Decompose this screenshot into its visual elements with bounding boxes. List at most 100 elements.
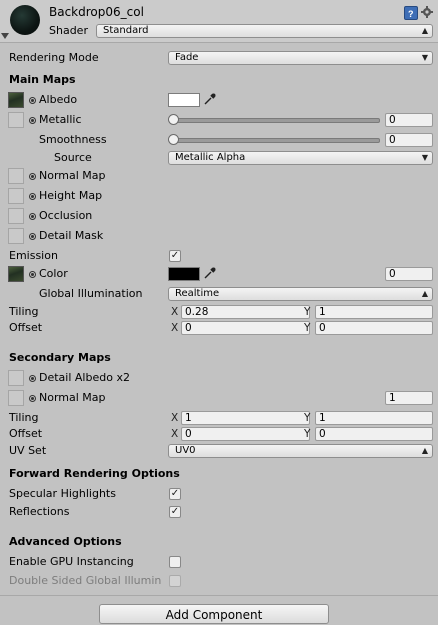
main-tiling-y-field[interactable]: 1: [315, 305, 433, 319]
albedo-color-swatch[interactable]: [168, 93, 200, 107]
detail-albedo-label: Detail Albedo x2: [39, 371, 130, 384]
metallic-slider-handle[interactable]: [168, 114, 179, 125]
metallic-value-field[interactable]: 0: [385, 113, 433, 127]
x-axis-label: X: [171, 428, 179, 440]
object-picker-icon[interactable]: [29, 395, 36, 402]
global-illumination-value: Realtime: [175, 288, 220, 299]
forward-rendering-title: Forward Rendering Options: [9, 467, 180, 480]
double-sided-gi-label: Double Sided Global Illumin: [9, 574, 162, 587]
object-picker-icon[interactable]: [29, 213, 36, 220]
dropdown-arrow-icon: ▲︎: [421, 446, 428, 455]
metallic-slider-track[interactable]: [172, 118, 380, 123]
y-axis-label: Y: [304, 428, 311, 440]
material-header: Backdrop06_col Shader Standard ▲︎ ?: [0, 0, 438, 43]
y-axis-label: Y: [304, 412, 311, 424]
shader-dropdown[interactable]: Standard ▲︎: [96, 24, 433, 38]
gpu-instancing-checkbox[interactable]: [169, 556, 181, 568]
gear-icon[interactable]: [421, 6, 433, 18]
object-picker-icon[interactable]: [29, 193, 36, 200]
secondary-normal-map-label: Normal Map: [39, 391, 106, 404]
main-maps-title: Main Maps: [9, 73, 76, 86]
secondary-tiling-x-field[interactable]: 1: [181, 411, 310, 425]
source-label: Source: [54, 151, 92, 164]
object-picker-icon[interactable]: [29, 173, 36, 180]
help-book-icon[interactable]: ?: [404, 6, 418, 20]
global-illumination-label: Global Illumination: [39, 287, 143, 300]
rendering-mode-dropdown[interactable]: Fade ▼︎: [168, 51, 433, 65]
add-component-button[interactable]: Add Component: [99, 604, 329, 624]
dropdown-arrow-icon: ▼︎: [421, 53, 428, 62]
normal-map-texture-slot[interactable]: [8, 168, 24, 184]
secondary-normal-scale-field[interactable]: 1: [385, 391, 433, 405]
normal-map-label: Normal Map: [39, 169, 106, 182]
emission-color-label: Color: [39, 267, 68, 280]
specular-highlights-label: Specular Highlights: [9, 487, 116, 500]
foldout-triangle-icon[interactable]: [1, 33, 9, 39]
material-preview-thumbnail[interactable]: [10, 5, 40, 35]
detail-mask-label: Detail Mask: [39, 229, 104, 242]
rendering-mode-label: Rendering Mode: [9, 51, 99, 64]
svg-text:?: ?: [408, 9, 414, 19]
emission-checkbox[interactable]: ✓: [169, 250, 181, 262]
secondary-offset-label: Offset: [9, 427, 43, 440]
object-picker-icon[interactable]: [29, 97, 36, 104]
y-axis-label: Y: [304, 306, 311, 318]
secondary-tiling-label: Tiling: [9, 411, 39, 424]
x-axis-label: X: [171, 412, 179, 424]
main-offset-label: Offset: [9, 321, 43, 334]
gpu-instancing-label: Enable GPU Instancing: [9, 555, 134, 568]
material-name: Backdrop06_col: [49, 5, 144, 19]
occlusion-label: Occlusion: [39, 209, 93, 222]
emission-intensity-field[interactable]: 0: [385, 267, 433, 281]
secondary-offset-y-field[interactable]: 0: [315, 427, 433, 441]
main-tiling-label: Tiling: [9, 305, 39, 318]
emission-color-swatch[interactable]: [168, 267, 200, 281]
object-picker-icon[interactable]: [29, 233, 36, 240]
eyedropper-icon[interactable]: [203, 266, 217, 280]
object-picker-icon[interactable]: [29, 271, 36, 278]
uv-set-label: UV Set: [9, 444, 47, 457]
occlusion-texture-slot[interactable]: [8, 208, 24, 224]
main-offset-y-field[interactable]: 0: [315, 321, 433, 335]
uv-set-dropdown[interactable]: UV0 ▲︎: [168, 444, 433, 458]
object-picker-icon[interactable]: [29, 117, 36, 124]
object-picker-icon[interactable]: [29, 375, 36, 382]
divider: [0, 595, 438, 596]
albedo-texture-slot[interactable]: [8, 92, 24, 108]
uv-set-value: UV0: [175, 445, 196, 456]
smoothness-label: Smoothness: [39, 133, 107, 146]
eyedropper-icon[interactable]: [203, 92, 217, 106]
emission-label: Emission: [9, 249, 58, 262]
secondary-offset-x-field[interactable]: 0: [181, 427, 310, 441]
metallic-texture-slot[interactable]: [8, 112, 24, 128]
reflections-label: Reflections: [9, 505, 70, 518]
height-map-label: Height Map: [39, 189, 103, 202]
main-tiling-x-field[interactable]: 0.28: [181, 305, 310, 319]
height-map-texture-slot[interactable]: [8, 188, 24, 204]
rendering-mode-value: Fade: [175, 52, 199, 63]
double-sided-gi-checkbox: [169, 575, 181, 587]
detail-albedo-texture-slot[interactable]: [8, 370, 24, 386]
dropdown-arrow-icon: ▲︎: [421, 26, 428, 35]
smoothness-slider-handle[interactable]: [168, 134, 179, 145]
x-axis-label: X: [171, 322, 179, 334]
global-illumination-dropdown[interactable]: Realtime ▲︎: [168, 287, 433, 301]
dropdown-arrow-icon: ▼︎: [421, 153, 428, 162]
secondary-normal-map-texture-slot[interactable]: [8, 390, 24, 406]
dropdown-arrow-icon: ▲︎: [421, 289, 428, 298]
source-value: Metallic Alpha: [175, 152, 246, 163]
smoothness-value-field[interactable]: 0: [385, 133, 433, 147]
shader-value: Standard: [103, 25, 149, 36]
main-offset-x-field[interactable]: 0: [181, 321, 310, 335]
reflections-checkbox[interactable]: ✓: [169, 506, 181, 518]
secondary-maps-title: Secondary Maps: [9, 351, 111, 364]
source-dropdown[interactable]: Metallic Alpha ▼︎: [168, 151, 433, 165]
secondary-tiling-y-field[interactable]: 1: [315, 411, 433, 425]
shader-label: Shader: [49, 24, 88, 37]
specular-highlights-checkbox[interactable]: ✓: [169, 488, 181, 500]
emission-texture-slot[interactable]: [8, 266, 24, 282]
advanced-options-title: Advanced Options: [9, 535, 122, 548]
detail-mask-texture-slot[interactable]: [8, 228, 24, 244]
smoothness-slider-track[interactable]: [172, 138, 380, 143]
y-axis-label: Y: [304, 322, 311, 334]
